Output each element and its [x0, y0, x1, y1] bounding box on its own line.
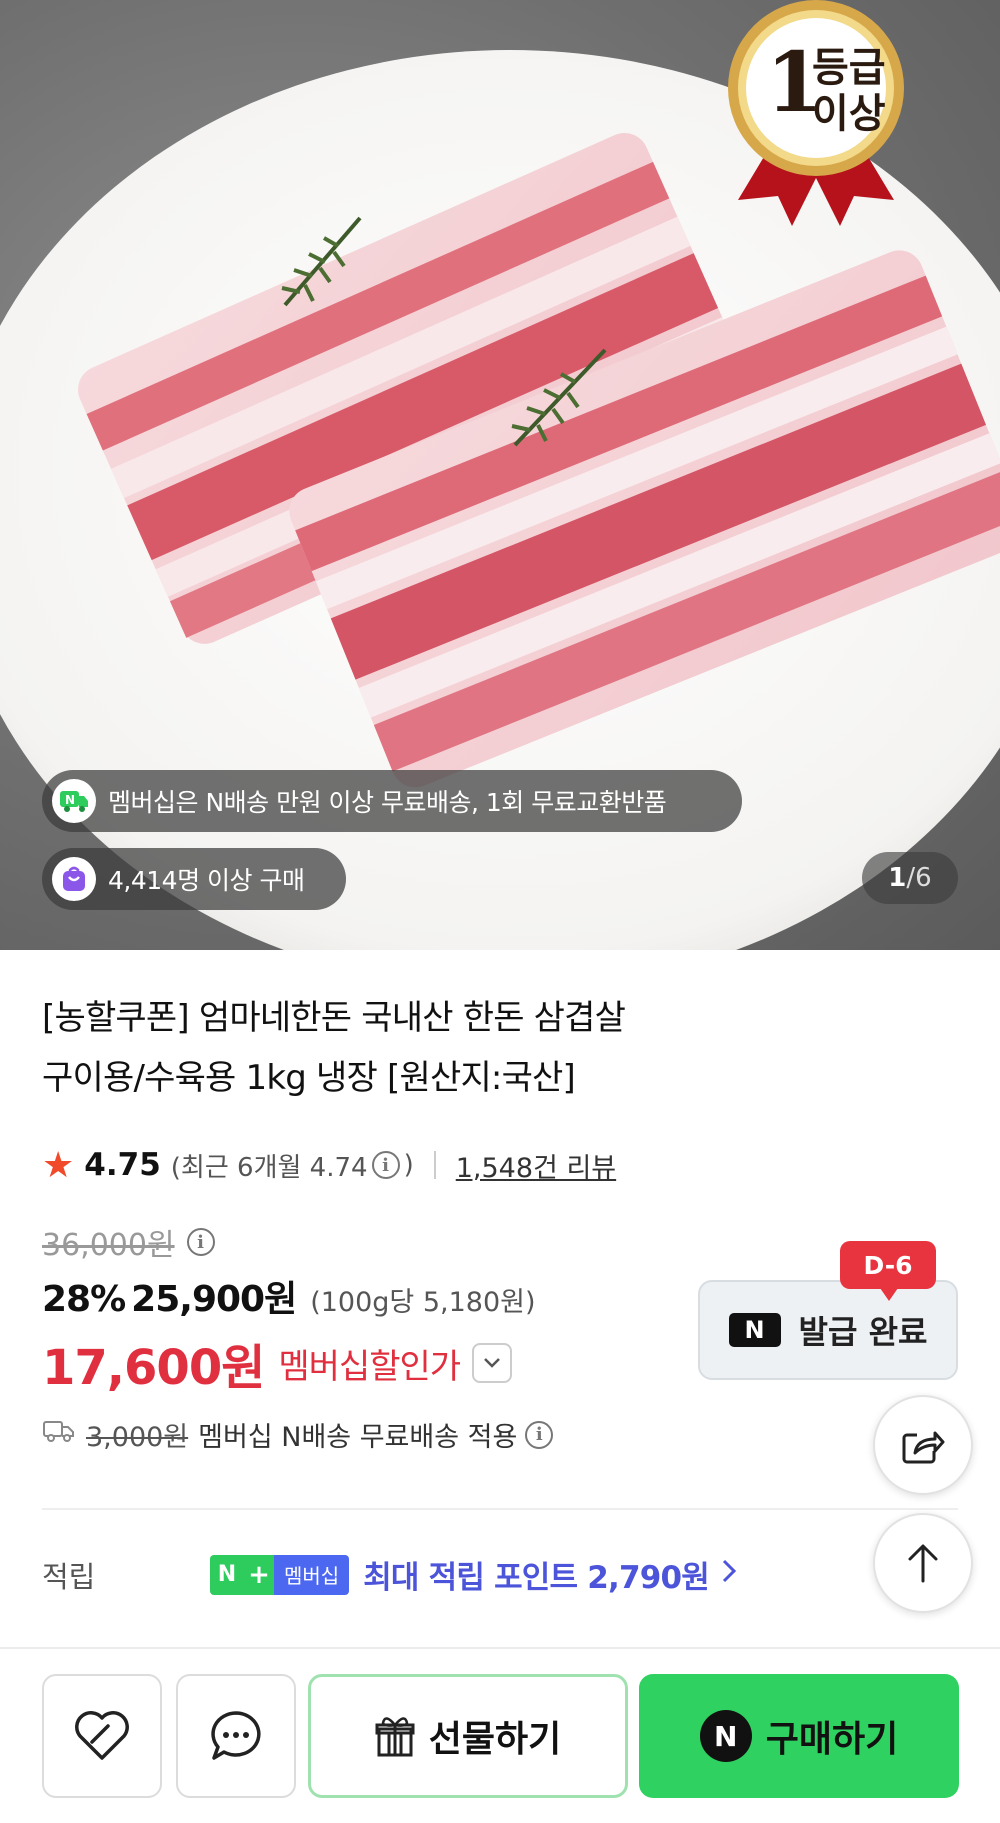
- grade-badge: 1 등급 이상: [728, 0, 938, 232]
- discount-price-row: 28% 25,900원 (100g당 5,180원): [42, 1270, 536, 1322]
- gift-icon: [375, 1717, 415, 1757]
- badge-membership: 멤버십: [274, 1554, 350, 1595]
- heart-icon: [75, 1711, 129, 1760]
- points-row[interactable]: 적립 N + 멤버십 최대 적립 포인트 2,790원: [42, 1552, 862, 1597]
- image-counter: 1 / 6: [862, 852, 958, 904]
- product-title: [농할쿠폰] 엄마네한돈 국내산 한돈 삼겹살 구이용/수육용 1kg 냉장 […: [42, 988, 742, 1108]
- discount-percent: 28%: [42, 1279, 126, 1320]
- rating-row: ★ 4.75 (최근 6개월 4.74 i ) 1,548건 리뷰: [42, 1140, 616, 1190]
- purchase-count-text: 4,414명 이상 구매: [108, 866, 305, 895]
- share-button[interactable]: [873, 1395, 973, 1495]
- image-counter-separator: /: [906, 863, 916, 893]
- shipping-row: 3,000원 멤버십 N배송 무료배송 적용 i: [42, 1415, 554, 1454]
- member-price-row: 17,600원 멤버십할인가: [42, 1328, 513, 1398]
- info-icon[interactable]: i: [371, 1151, 400, 1179]
- rating-score: 4.75: [84, 1147, 161, 1183]
- talk-button[interactable]: [176, 1674, 296, 1798]
- svg-text:N: N: [65, 793, 75, 807]
- original-price-row: 36,000원 i: [42, 1220, 215, 1264]
- coupon-issued-button[interactable]: N 발급 완료: [698, 1280, 958, 1380]
- sale-price: 25,900원: [131, 1279, 297, 1320]
- shipping-text: 멤버십 N배송 무료배송 적용: [198, 1422, 518, 1453]
- scroll-to-top-button[interactable]: [873, 1513, 973, 1613]
- max-points-text: 최대 적립 포인트 2,790원: [363, 1560, 710, 1596]
- badge-plus: +: [244, 1554, 274, 1595]
- gift-label: 선물하기: [428, 1719, 562, 1760]
- review-count-link[interactable]: 1,548건 리뷰: [456, 1146, 616, 1185]
- member-price: 17,600원: [42, 1340, 265, 1396]
- old-shipping-fee: 3,000원: [86, 1422, 189, 1453]
- naver-plus-membership-badge: N + 멤버십: [210, 1554, 350, 1595]
- share-icon: [902, 1431, 945, 1464]
- buy-label: 구매하기: [765, 1719, 899, 1760]
- shopping-bag-icon: [52, 857, 96, 901]
- action-bar-border: [0, 1647, 1000, 1649]
- unit-price: (100g당 5,180원): [310, 1287, 536, 1318]
- coupon-deadline-tag: D-6: [840, 1241, 936, 1301]
- naver-n-icon: N: [728, 1313, 781, 1347]
- recent-rating-suffix: ): [403, 1150, 414, 1180]
- price-info-icon[interactable]: i: [186, 1228, 215, 1256]
- delivery-truck-icon: [42, 1418, 76, 1451]
- shipping-info-icon[interactable]: i: [525, 1420, 554, 1449]
- purchase-count-pill: 4,414명 이상 구매: [42, 848, 346, 910]
- grade-text-1: 등급: [812, 44, 886, 91]
- star-icon: ★: [42, 1144, 75, 1186]
- membership-notice-text: 멤버십은 N배송 만원 이상 무료배송, 1회 무료교환반품: [108, 788, 667, 817]
- points-label: 적립: [42, 1559, 96, 1594]
- chat-bubble-icon: [211, 1711, 261, 1760]
- badge-n: N: [210, 1554, 244, 1595]
- gift-button[interactable]: 선물하기: [308, 1674, 628, 1798]
- buy-button[interactable]: N 구매하기: [639, 1674, 959, 1798]
- section-divider: [42, 1508, 958, 1510]
- arrow-up-icon: [908, 1544, 938, 1583]
- recent-rating-prefix: (최근 6개월 4.74: [170, 1152, 368, 1183]
- membership-notice-pill[interactable]: N 멤버십은 N배송 만원 이상 무료배송, 1회 무료교환반품: [42, 770, 742, 832]
- member-price-label: 멤버십할인가: [278, 1346, 461, 1387]
- image-counter-total: 6: [915, 863, 932, 893]
- product-image-carousel[interactable]: 1 등급 이상 N 멤버십은 N배송 만원 이상 무료배송, 1회 무료교환반품…: [0, 0, 1000, 950]
- image-counter-current: 1: [888, 863, 907, 893]
- chevron-right-icon: [721, 1557, 737, 1592]
- coupon-label: 발급 완료: [798, 1313, 928, 1351]
- grade-text-2: 이상: [812, 90, 886, 137]
- delivery-truck-icon: N: [52, 779, 96, 823]
- original-price: 36,000원: [42, 1228, 175, 1263]
- product-title-line-1: [농할쿠폰] 엄마네한돈 국내산 한돈 삼겹살: [42, 998, 626, 1038]
- rating-divider: [433, 1151, 436, 1179]
- chevron-down-icon[interactable]: [472, 1343, 513, 1383]
- product-title-line-2: 구이용/수육용 1kg 냉장 [원산지:국산]: [42, 1058, 576, 1098]
- wishlist-button[interactable]: [42, 1674, 162, 1798]
- naver-pay-n-icon: N: [699, 1710, 752, 1762]
